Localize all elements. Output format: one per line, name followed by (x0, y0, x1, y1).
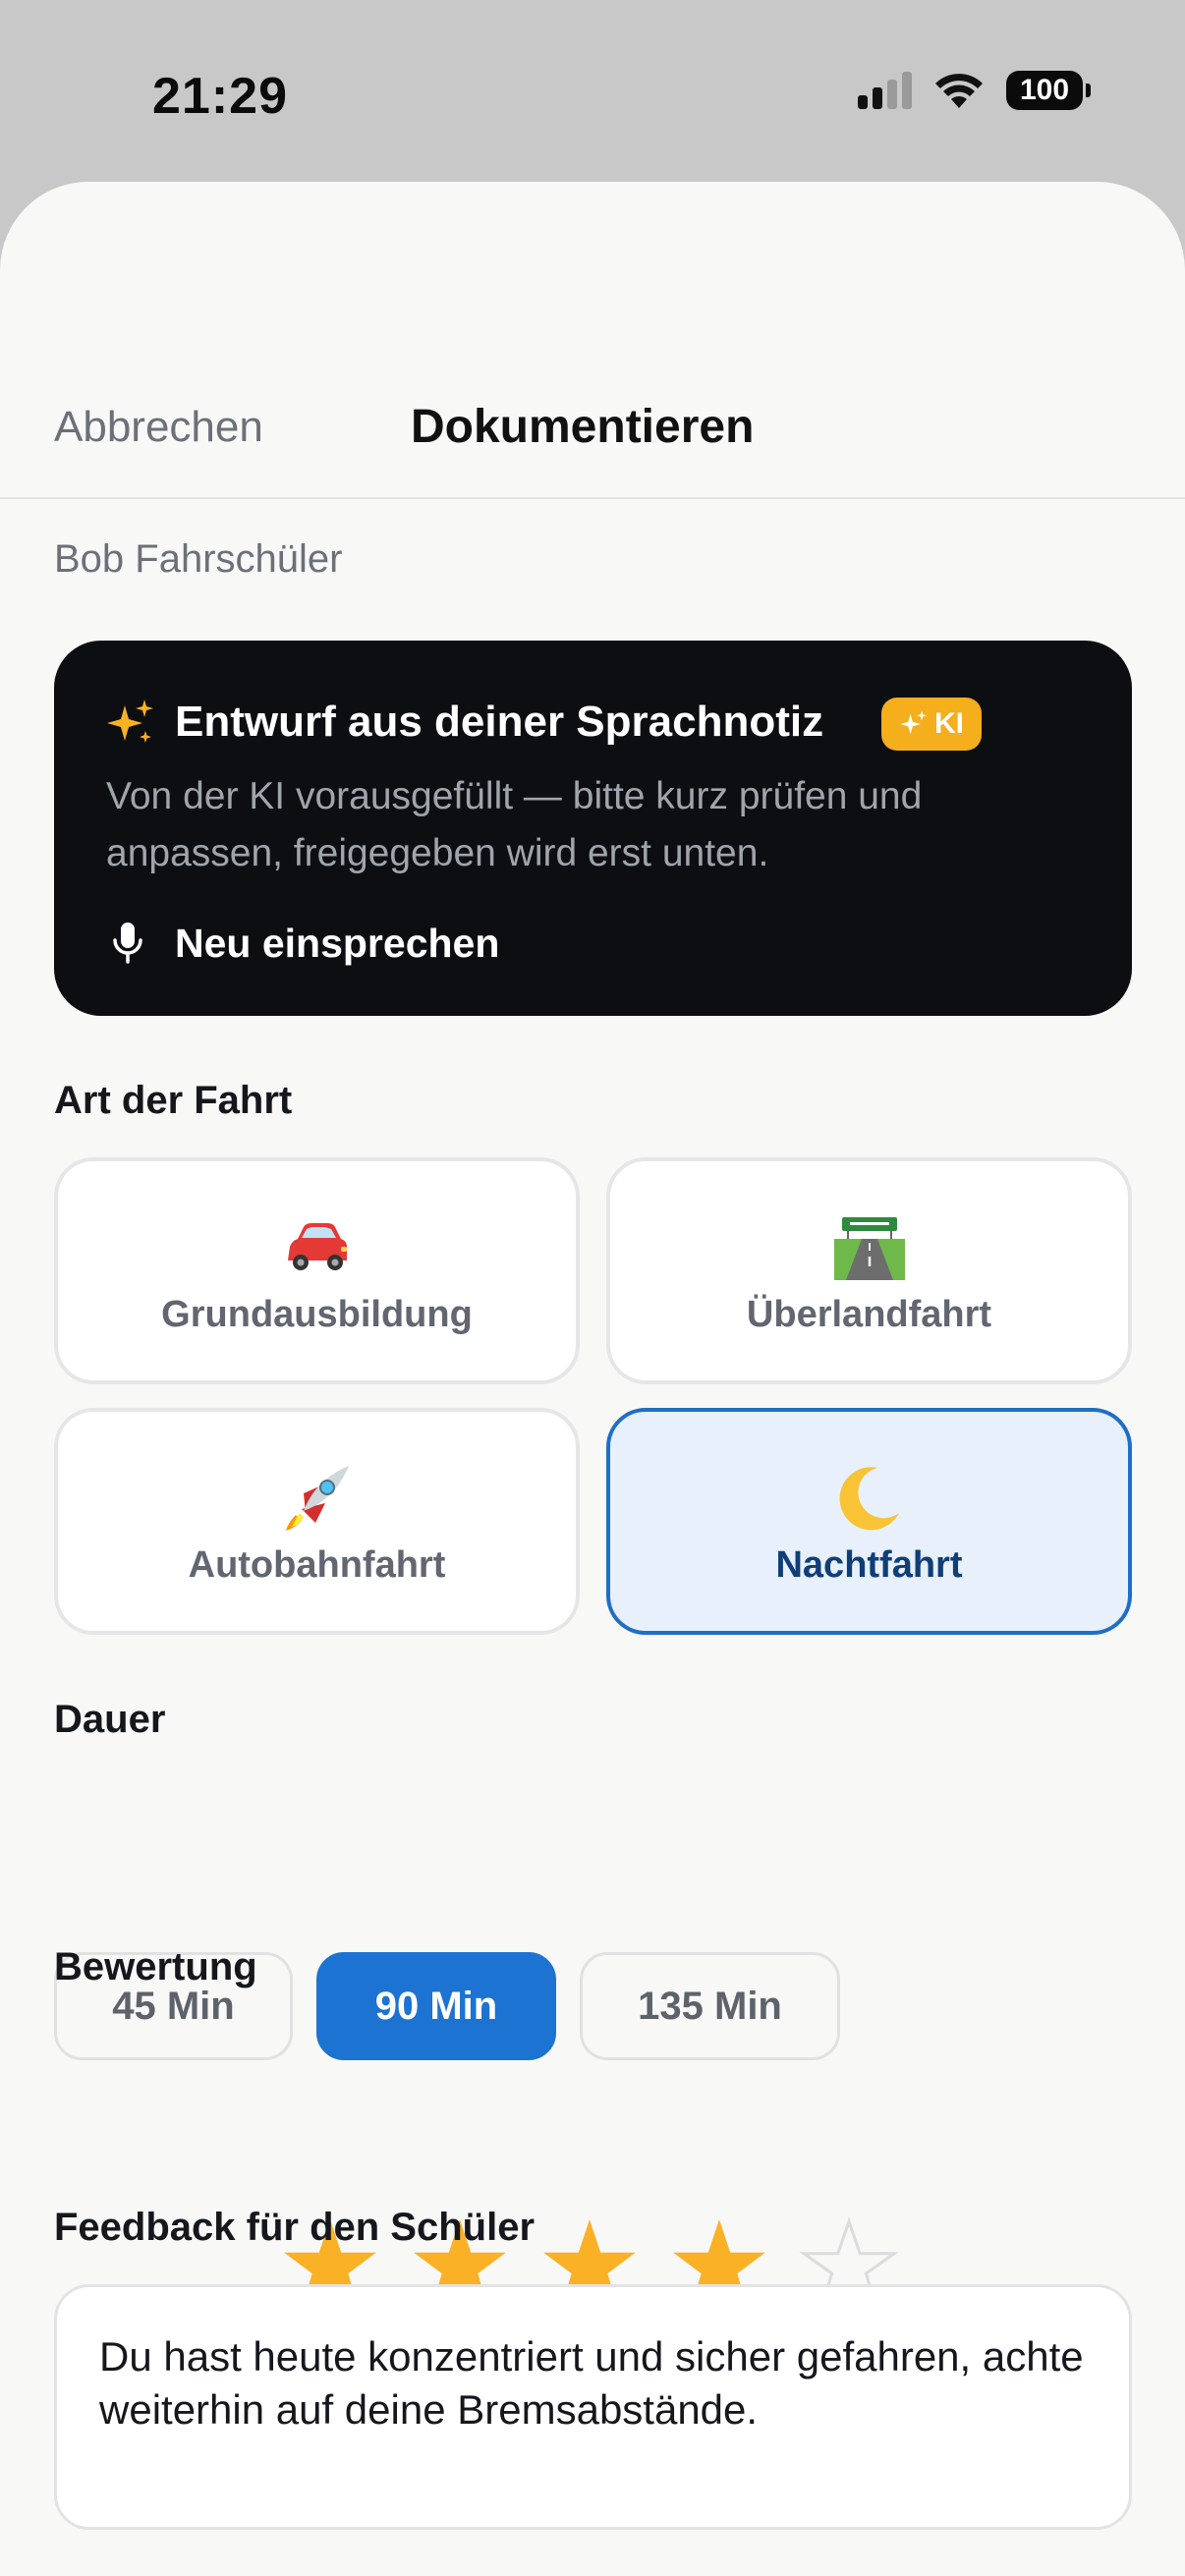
ki-badge: KI (881, 698, 982, 751)
student-name: Bob Fahrschüler (54, 537, 343, 581)
ai-draft-card: Entwurf aus deiner Sprachnotiz KI Von de… (54, 641, 1132, 1016)
crescent-moon-icon (839, 1467, 899, 1531)
status-icons: 100 (858, 71, 1091, 110)
ki-badge-label: KI (934, 707, 964, 740)
motorway-icon (833, 1217, 905, 1280)
ai-draft-description: Von der KI vorausgefüllt — bitte kurz pr… (106, 775, 923, 874)
rating-label: Bewertung (54, 1945, 257, 1988)
cellular-signal-icon (858, 72, 912, 109)
ride-type-label-text: Überlandfahrt (746, 1294, 992, 1335)
feedback-textarea[interactable]: Du hast heute konzentriert und sicher ge… (54, 2284, 1132, 2530)
feedback-label: Feedback für den Schüler (54, 2206, 536, 2249)
ride-type-label-text: Autobahnfahrt (188, 1544, 446, 1586)
page-title: Dokumentieren (411, 401, 755, 453)
nav-bar: Abbrechen Dokumentieren (0, 182, 1185, 499)
document-sheet: Abbrechen Dokumentieren Bob Fahrschüler … (0, 182, 1185, 2576)
sparkles-icon (900, 710, 928, 735)
duration-option-90[interactable]: 90 Min (316, 1952, 556, 2060)
ai-draft-heading: Entwurf aus deiner Sprachnotiz (175, 698, 824, 746)
wifi-icon (935, 74, 983, 108)
cancel-button[interactable]: Abbrechen (54, 403, 263, 452)
duration-label: Dauer (54, 1698, 166, 1741)
record-again-button[interactable]: Neu einsprechen (175, 921, 499, 967)
rocket-icon (285, 1466, 349, 1531)
battery-icon: 100 (1006, 71, 1091, 110)
ride-type-option-autobahnfahrt[interactable]: Autobahnfahrt (54, 1408, 580, 1635)
ride-type-option-nachtfahrt[interactable]: Nachtfahrt (606, 1408, 1132, 1635)
ride-type-option-grundausbildung[interactable]: Grundausbildung (54, 1157, 580, 1384)
ride-type-label-text: Grundausbildung (161, 1294, 473, 1335)
microphone-icon[interactable] (111, 921, 144, 966)
ride-type-label-text: Nachtfahrt (775, 1544, 963, 1586)
status-bar: 21:29 100 (0, 0, 1185, 187)
duration-option-135[interactable]: 135 Min (580, 1952, 840, 2060)
car-icon (287, 1223, 347, 1270)
ride-type-option-ueberlandfahrt[interactable]: Überlandfahrt (606, 1157, 1132, 1384)
sparkles-icon (107, 700, 153, 743)
ride-type-label: Art der Fahrt (54, 1079, 293, 1122)
battery-level: 100 (1019, 74, 1070, 106)
clock: 21:29 (152, 68, 288, 125)
